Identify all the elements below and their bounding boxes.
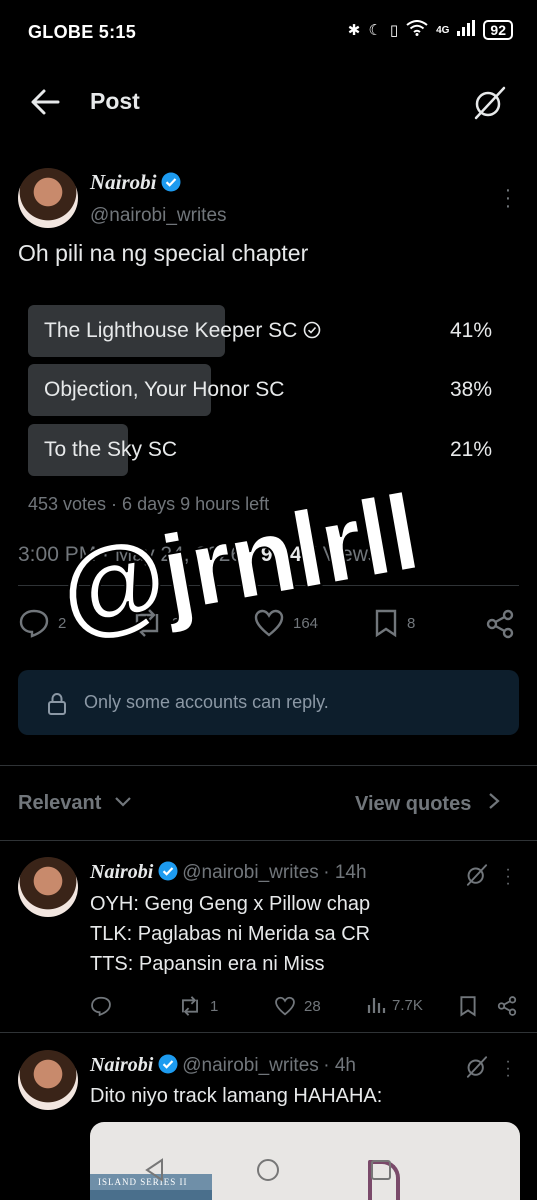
author-name-row[interactable]: Nairobi [90, 170, 181, 195]
heart-icon [275, 996, 295, 1016]
reply-header[interactable]: Nairobi @nairobi_writes · 4h [90, 1054, 356, 1077]
reply-icon [91, 996, 111, 1017]
nav-back-icon[interactable] [144, 1158, 166, 1182]
sort-dropdown[interactable]: Relevant [18, 792, 133, 815]
arrow-left-icon [31, 89, 60, 115]
grok-button[interactable] [464, 862, 490, 893]
grok-button[interactable] [464, 1054, 490, 1085]
chevron-right-icon [489, 793, 500, 809]
reply-author-handle: @nairobi_writes [182, 862, 319, 883]
bookmark-count: 8 [407, 614, 416, 632]
reply-time: 4h [334, 1055, 356, 1076]
reply-restriction-text: Only some accounts can reply. [84, 692, 329, 712]
share-icon [497, 996, 517, 1016]
poll-label-2: Objection, Your Honor SC [44, 378, 285, 401]
moon-icon: ☾ [368, 22, 382, 39]
status-bar: GLOBE 5:15 ✱ ☾ ▯ 4G 92 [0, 0, 537, 62]
share-button[interactable] [484, 608, 516, 640]
author-avatar[interactable] [18, 168, 78, 228]
poll-option-1: The Lighthouse Keeper SC 41% [28, 305, 498, 357]
views-count: 7.7K [392, 996, 423, 1014]
poll-percent-1: 41% [449, 319, 492, 342]
bookmark-icon [460, 996, 476, 1017]
reply-actions: 1 28 7.7K [90, 995, 520, 1023]
view-quotes-link[interactable]: View quotes [355, 792, 501, 816]
poll-label-3: To the Sky SC [44, 438, 178, 461]
lock-icon [48, 692, 66, 715]
more-options-icon[interactable]: · · · [502, 1054, 514, 1084]
reply-text-line: Dito niyo track lamang HAHAHA: [90, 1085, 383, 1107]
divider [0, 765, 537, 766]
bookmark-icon [375, 609, 397, 638]
back-button[interactable] [30, 88, 66, 118]
network-label: 4G [436, 24, 450, 36]
reply-text-line: TLK: Paglabas ni Merida sa CR [90, 923, 371, 945]
nav-home-icon[interactable] [256, 1158, 280, 1182]
reply-button[interactable]: 2 [18, 608, 66, 638]
repost-icon [182, 996, 198, 1016]
bookmark-button[interactable]: 8 [373, 608, 415, 638]
verified-badge-icon [161, 172, 181, 192]
grok-icon [466, 1056, 488, 1078]
view-quotes-label: View quotes [355, 793, 472, 815]
verified-badge-icon [158, 861, 178, 881]
status-time: GLOBE 5:15 [28, 22, 137, 42]
reply-avatar[interactable] [18, 1050, 78, 1110]
reply-author-handle: @nairobi_writes [182, 1055, 319, 1076]
grok-icon [466, 864, 488, 886]
poll-percent-2: 38% [449, 378, 492, 401]
checkmark-circle-icon [304, 321, 321, 339]
reply-avatar[interactable] [18, 857, 78, 917]
reply-text-line: OYH: Geng Geng x Pillow chap [90, 893, 371, 915]
reply-icon [19, 609, 49, 638]
views-button[interactable]: 7.7K [366, 995, 423, 1015]
like-button[interactable]: 28 [274, 995, 321, 1017]
poll-option-3: To the Sky SC 21% [28, 424, 498, 476]
reply-button[interactable] [90, 995, 112, 1021]
reply-author-name: Nairobi [90, 1054, 154, 1076]
reply-header[interactable]: Nairobi @nairobi_writes · 14h [90, 861, 367, 884]
reply-author-name: Nairobi [90, 861, 154, 883]
wifi-icon [406, 20, 428, 40]
poll-option-2: Objection, Your Honor SC 38% [28, 364, 498, 416]
share-icon [486, 609, 514, 639]
poll-percent-3: 21% [449, 438, 492, 461]
bar-chart-icon [367, 998, 386, 1013]
nav-recents-icon[interactable] [370, 1159, 392, 1181]
like-count: 164 [293, 614, 319, 632]
divider [0, 840, 537, 841]
bluetooth-icon: ✱ [347, 22, 361, 39]
sort-label: Relevant [18, 792, 102, 814]
verified-badge-icon [158, 1054, 178, 1074]
bookmark-button[interactable] [458, 995, 478, 1021]
author-handle[interactable]: @nairobi_writes [90, 205, 227, 227]
post-text: Oh pili na ng special chapter [18, 240, 309, 266]
page-title: Post [90, 88, 140, 114]
more-options-icon[interactable]: · · · [502, 862, 514, 892]
reply-restriction-notice: Only some accounts can reply. [18, 670, 519, 735]
vibrate-icon: ▯ [389, 22, 399, 39]
signal-icon [457, 20, 476, 40]
grok-icon [474, 86, 506, 120]
share-button[interactable] [496, 995, 518, 1021]
author-name: Nairobi [90, 170, 157, 194]
reply-text-line: TTS: Papansin era ni Miss [90, 953, 325, 975]
poll-label-1: The Lighthouse Keeper SC [44, 319, 321, 343]
grok-button[interactable] [470, 84, 510, 122]
divider [0, 1032, 537, 1033]
chevron-down-icon [115, 797, 131, 807]
battery-indicator: 92 [483, 20, 513, 40]
more-options-icon[interactable]: · · · [502, 180, 514, 216]
like-count: 28 [304, 997, 321, 1015]
system-nav-bar [90, 1140, 520, 1200]
status-icons: ✱ ☾ ▯ 4G 92 [348, 20, 513, 40]
repost-count: 1 [210, 997, 219, 1015]
repost-button[interactable]: 1 [178, 995, 218, 1017]
reply-time: 14h [334, 862, 367, 883]
